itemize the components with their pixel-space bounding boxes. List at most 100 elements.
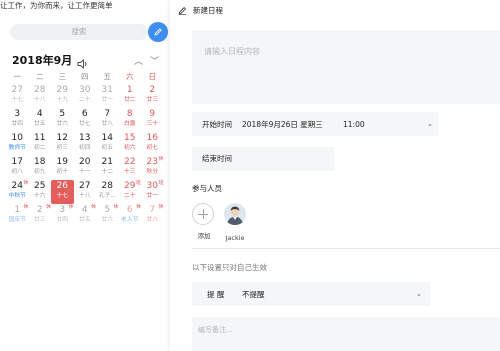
lunar-date: 教师节 — [8, 145, 26, 151]
calendar-day[interactable]: 11 初二 — [29, 132, 52, 156]
calendar-day[interactable]: 19 初十 — [51, 156, 74, 180]
lunar-date: 中秋节 — [8, 193, 26, 199]
calendar-day[interactable]: 17 初八 — [6, 156, 29, 180]
lunar-date: 廿一 — [101, 97, 114, 103]
day-number: 27 — [11, 85, 23, 95]
day-number: 4 — [36, 109, 43, 119]
calendar-day[interactable]: 27 十七 — [6, 84, 29, 108]
calendar-day[interactable]: 21 十二 — [96, 156, 119, 180]
lunar-date: 十八 — [33, 97, 46, 103]
chevron-down-icon[interactable]: ⌄ — [427, 120, 433, 128]
add-participant-button[interactable]: 添加 — [192, 203, 216, 240]
lunar-date: 初四 — [78, 145, 91, 151]
day-number: 10 — [11, 133, 23, 143]
day-number: 26 — [56, 181, 68, 191]
lunar-date: 秋分 — [146, 169, 159, 175]
lunar-date: 廿五 — [33, 121, 46, 127]
start-time-value[interactable]: 11:00 — [343, 120, 427, 129]
participant-name: Jackie — [225, 234, 245, 242]
calendar-day[interactable]: 6 老人节休 — [119, 204, 141, 228]
weekday-label: 五 — [103, 72, 112, 81]
calendar-day[interactable]: 9 三十 — [141, 108, 164, 132]
calendar-day[interactable]: 2 廿三 — [141, 84, 164, 108]
calendar-day[interactable]: 23 秋分休 — [141, 156, 163, 180]
calendar-day[interactable]: 24 中秋节休 — [6, 180, 29, 204]
weekday-label: 日 — [148, 72, 157, 81]
calendar-day[interactable]: 12 初三 — [51, 132, 74, 156]
day-number: 20 — [79, 157, 91, 167]
lunar-date: 十七 — [11, 97, 24, 103]
calendar-day[interactable]: 25 十六 — [29, 180, 52, 204]
calendar-day[interactable]: 5 廿六休 — [96, 204, 118, 228]
calendar-day[interactable]: 5 廿六 — [51, 108, 74, 132]
start-date-value[interactable]: 2018年9月26日 星期三 — [242, 119, 343, 130]
calendar-day[interactable]: 30 二十 — [74, 84, 97, 108]
calendar-day-selected[interactable]: 26 十七 — [51, 180, 74, 204]
schedule-content-input[interactable]: 请输入日程内容 — [192, 30, 500, 104]
end-time-field[interactable]: 结束时间 — [192, 147, 334, 171]
calendar-day[interactable]: 6 廿七 — [74, 108, 97, 132]
lunar-date: 廿四 — [11, 121, 24, 127]
lunar-date: 二十 — [123, 193, 136, 199]
calendar-day[interactable]: 8 白露 — [119, 108, 142, 132]
calendar-day[interactable]: 3 廿四 — [6, 108, 29, 132]
calendar-day[interactable]: 18 初九 — [29, 156, 52, 180]
calendar-day[interactable]: 27 十八 — [74, 180, 97, 204]
calendar-day[interactable]: 28 孔子... — [96, 180, 119, 204]
lunar-date: 十七 — [56, 193, 69, 199]
calendar-day[interactable]: 3 廿四休 — [51, 204, 73, 228]
lunar-date: 初六 — [123, 145, 136, 151]
day-number: 5 — [59, 109, 66, 119]
calendar-day[interactable]: 14 初五 — [96, 132, 119, 156]
panel-header: 新建日程 — [178, 5, 223, 16]
weekday-label: 六 — [126, 72, 134, 81]
pen-icon — [154, 28, 162, 36]
calendar-pane: 让工作，为你而来，让工作更简单 搜索 2018年9月 ︿ ﹀ 一 二 三 四 五 六 日 2… — [0, 0, 170, 351]
weekday-header-row: 一二三四五六日 — [6, 70, 164, 84]
previous-month-chevron-icon[interactable]: ︿ — [134, 54, 143, 67]
calendar-day[interactable]: 13 初四 — [74, 132, 97, 156]
calendar-week-row: 17 初八 18 初九 19 初十 20 十一 21 十二 22 十三 23 秋分休 — [6, 156, 164, 180]
plus-icon — [192, 203, 214, 225]
search-input[interactable]: 搜索 — [10, 24, 148, 40]
lunar-date: 十八 — [78, 193, 91, 199]
calendar-day[interactable]: 31 廿一 — [96, 84, 119, 108]
calendar-day[interactable]: 2 廿三休 — [29, 204, 51, 228]
calendar-day[interactable]: 7 廿八 — [96, 108, 119, 132]
lunar-date: 十二 — [101, 169, 114, 175]
day-number: 15 — [124, 133, 136, 143]
calendar-day[interactable]: 29 十九 — [51, 84, 74, 108]
calendar-day[interactable]: 4 廿五休 — [74, 204, 96, 228]
calendar-day[interactable]: 16 初七 — [141, 132, 164, 156]
calendar-day[interactable]: 20 十一 — [74, 156, 97, 180]
divider — [192, 248, 500, 249]
day-number: 30 — [79, 85, 91, 95]
weekday-label: 四 — [81, 72, 89, 81]
day-number: 16 — [146, 133, 158, 143]
calendar-day[interactable]: 29 二十班 — [119, 180, 141, 204]
edit-schedule-button[interactable] — [148, 22, 168, 42]
participants-label: 参与人员 — [192, 184, 222, 193]
calendar-day[interactable]: 1 国庆节休 — [6, 204, 29, 228]
calendar-day[interactable]: 10 教师节 — [6, 132, 29, 156]
panel-title: 新建日程 — [193, 6, 223, 15]
calendar-day[interactable]: 1 廿二 — [119, 84, 142, 108]
note-input[interactable]: 编写备注... — [192, 317, 500, 351]
day-number: 2 — [149, 85, 156, 95]
reminder-select[interactable]: 提 醒 不提醒 ⌄ — [192, 282, 430, 306]
calendar-day[interactable]: 28 十八 — [29, 84, 52, 108]
participant-item[interactable]: Jackie — [223, 203, 247, 242]
weekday-label: 一 — [13, 72, 22, 81]
calendar-day[interactable]: 7 廿八休 — [141, 204, 164, 228]
app-tagline: 让工作，为你而来，让工作更简单 — [0, 1, 113, 10]
start-time-field[interactable]: 开始时间 2018年9月26日 星期三 11:00 ⌄ — [192, 112, 438, 136]
next-month-chevron-icon[interactable]: ﹀ — [150, 54, 159, 67]
calendar-day[interactable]: 15 初六 — [119, 132, 142, 156]
calendar-day[interactable]: 4 廿五 — [29, 108, 52, 132]
lunar-date: 廿三 — [146, 97, 159, 103]
holiday-badge: 休 — [158, 204, 164, 210]
calendar-week-row: 27 十七 28 十八 29 十九 30 二十 31 廿一 1 廿二 2 廿三 — [6, 84, 164, 108]
calendar-day[interactable]: 22 十三 — [119, 156, 142, 180]
calendar-day[interactable]: 30 廿一班 — [141, 180, 163, 204]
calendar-grid: 一二三四五六日 27 十七 28 十八 29 十九 30 二十 31 廿一 1 廿二 2 廿三 3 廿四 4 廿五… — [6, 70, 164, 228]
